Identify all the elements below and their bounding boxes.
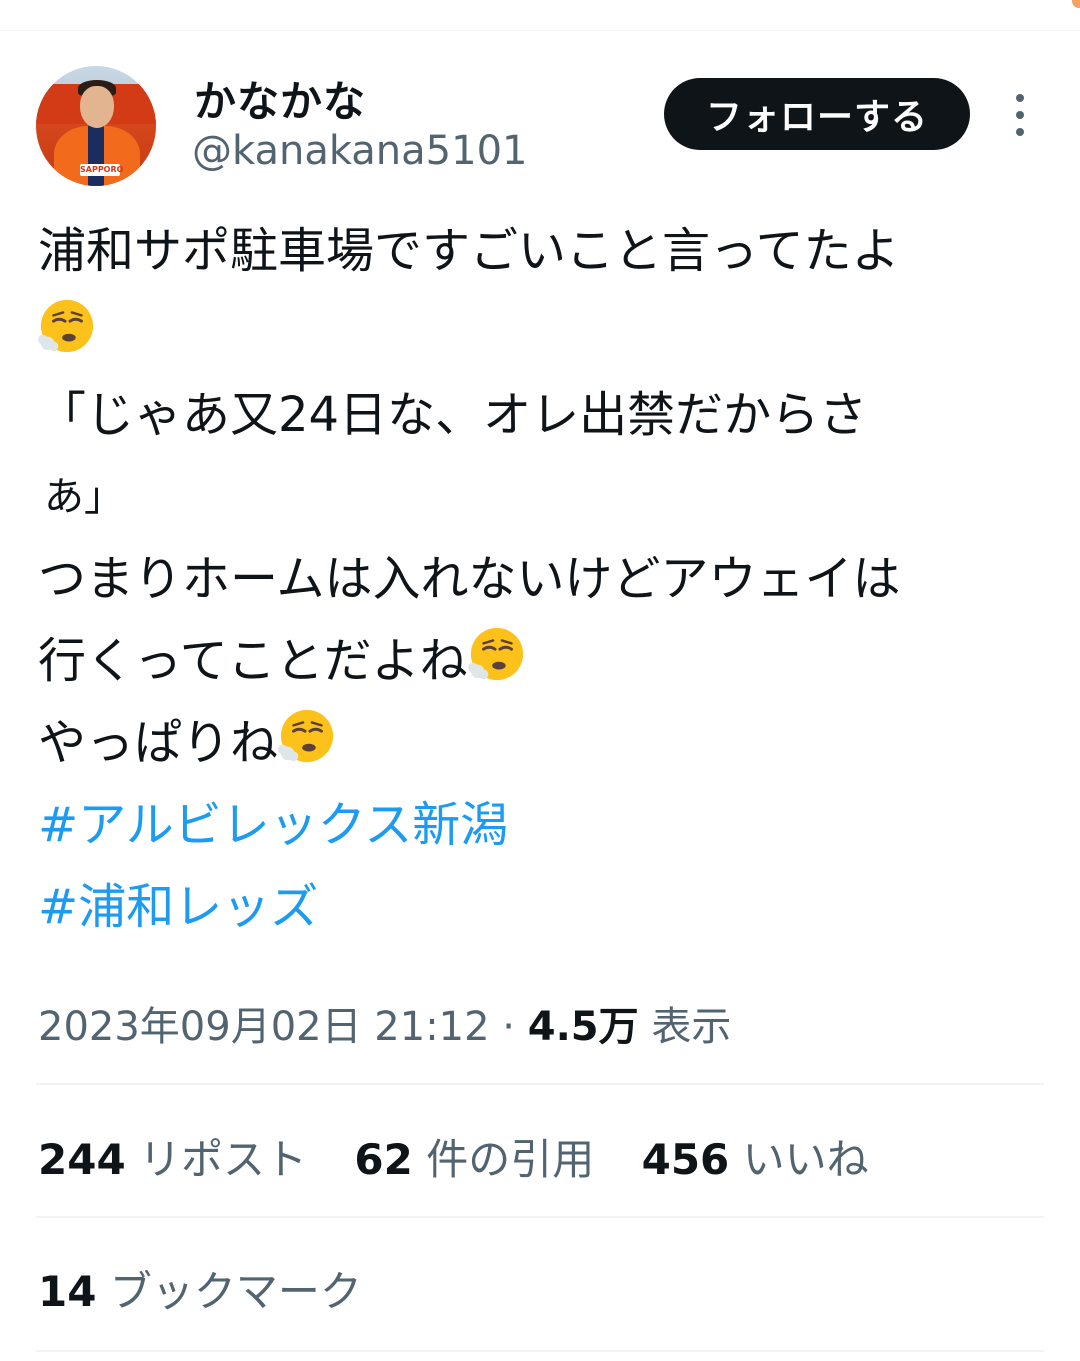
more-options-icon[interactable] — [1004, 94, 1036, 136]
face-exhaling-icon — [38, 299, 94, 353]
more-dot — [1016, 111, 1024, 119]
face-exhaling-icon — [278, 709, 334, 763]
tweet-meta: 2023年09月02日 21:12 · 4.5万 表示 — [38, 994, 731, 1052]
avatar-shirt-stripe — [88, 126, 104, 186]
avatar-sponsor-logo: SAPPORO — [80, 164, 124, 176]
repost-count[interactable]: 244 — [38, 1135, 126, 1184]
display-name[interactable]: かなかな — [194, 68, 366, 129]
face-exhaling-emoji — [278, 707, 336, 765]
tweet-line: 浦和サポ駐車場ですごいこと言ってたよ — [38, 223, 900, 279]
tweet-line-text: やっぱりね — [38, 715, 279, 771]
bookmark-label[interactable]: ブックマーク — [110, 1267, 362, 1316]
tweet-line — [38, 292, 1048, 374]
face-exhaling-emoji — [38, 297, 96, 355]
face-exhaling-emoji — [467, 625, 526, 683]
like-label[interactable]: いいね — [743, 1135, 869, 1184]
tweet-line: つまりホームは入れないけどアウェイは — [38, 551, 901, 607]
avatar[interactable]: SAPPORO — [36, 66, 156, 186]
more-dot — [1016, 128, 1024, 136]
user-handle[interactable]: @kanakana5101 — [192, 128, 527, 174]
tweet-line: 「じゃあ又24日な、オレ出禁だからさ — [38, 387, 868, 443]
notification-dot — [1072, 0, 1080, 8]
tweet-line: あ」 — [44, 474, 124, 520]
tweet-line: やっぱりね — [38, 702, 1048, 784]
tweet-text: 浦和サポ駐車場ですごいこと言ってたよ 「じゃあ又24日な、オレ出禁だからさ あ」… — [38, 210, 1048, 948]
quote-count[interactable]: 62 — [354, 1135, 412, 1184]
hashtag-link[interactable]: #浦和レッズ — [38, 866, 1048, 948]
meta-separator: · — [489, 1004, 528, 1050]
divider — [36, 1083, 1044, 1085]
bookmark-stats: 14 ブックマーク — [38, 1258, 362, 1319]
top-divider — [0, 30, 1080, 31]
like-count[interactable]: 456 — [642, 1135, 730, 1184]
engagement-stats: 244 リポスト 62 件の引用 456 いいね — [38, 1126, 903, 1187]
view-count: 4.5万 — [527, 1004, 639, 1050]
views-label: 表示 — [651, 1004, 732, 1050]
timestamp[interactable]: 2023年09月02日 21:12 — [38, 1004, 490, 1050]
quote-label[interactable]: 件の引用 — [426, 1135, 594, 1184]
hashtag-link[interactable]: #アルビレックス新潟 — [38, 784, 1048, 866]
tweet-line-text: 行くってことだよね — [38, 633, 468, 689]
face-exhaling-icon — [467, 627, 523, 681]
tweet-line: 行くってことだよね — [38, 620, 1048, 702]
avatar-face — [80, 86, 114, 128]
divider — [36, 1216, 1044, 1218]
bookmark-count[interactable]: 14 — [38, 1267, 96, 1316]
divider — [36, 1350, 1044, 1352]
repost-label[interactable]: リポスト — [139, 1135, 307, 1184]
follow-button[interactable]: フォローする — [664, 78, 970, 150]
more-dot — [1016, 94, 1024, 102]
